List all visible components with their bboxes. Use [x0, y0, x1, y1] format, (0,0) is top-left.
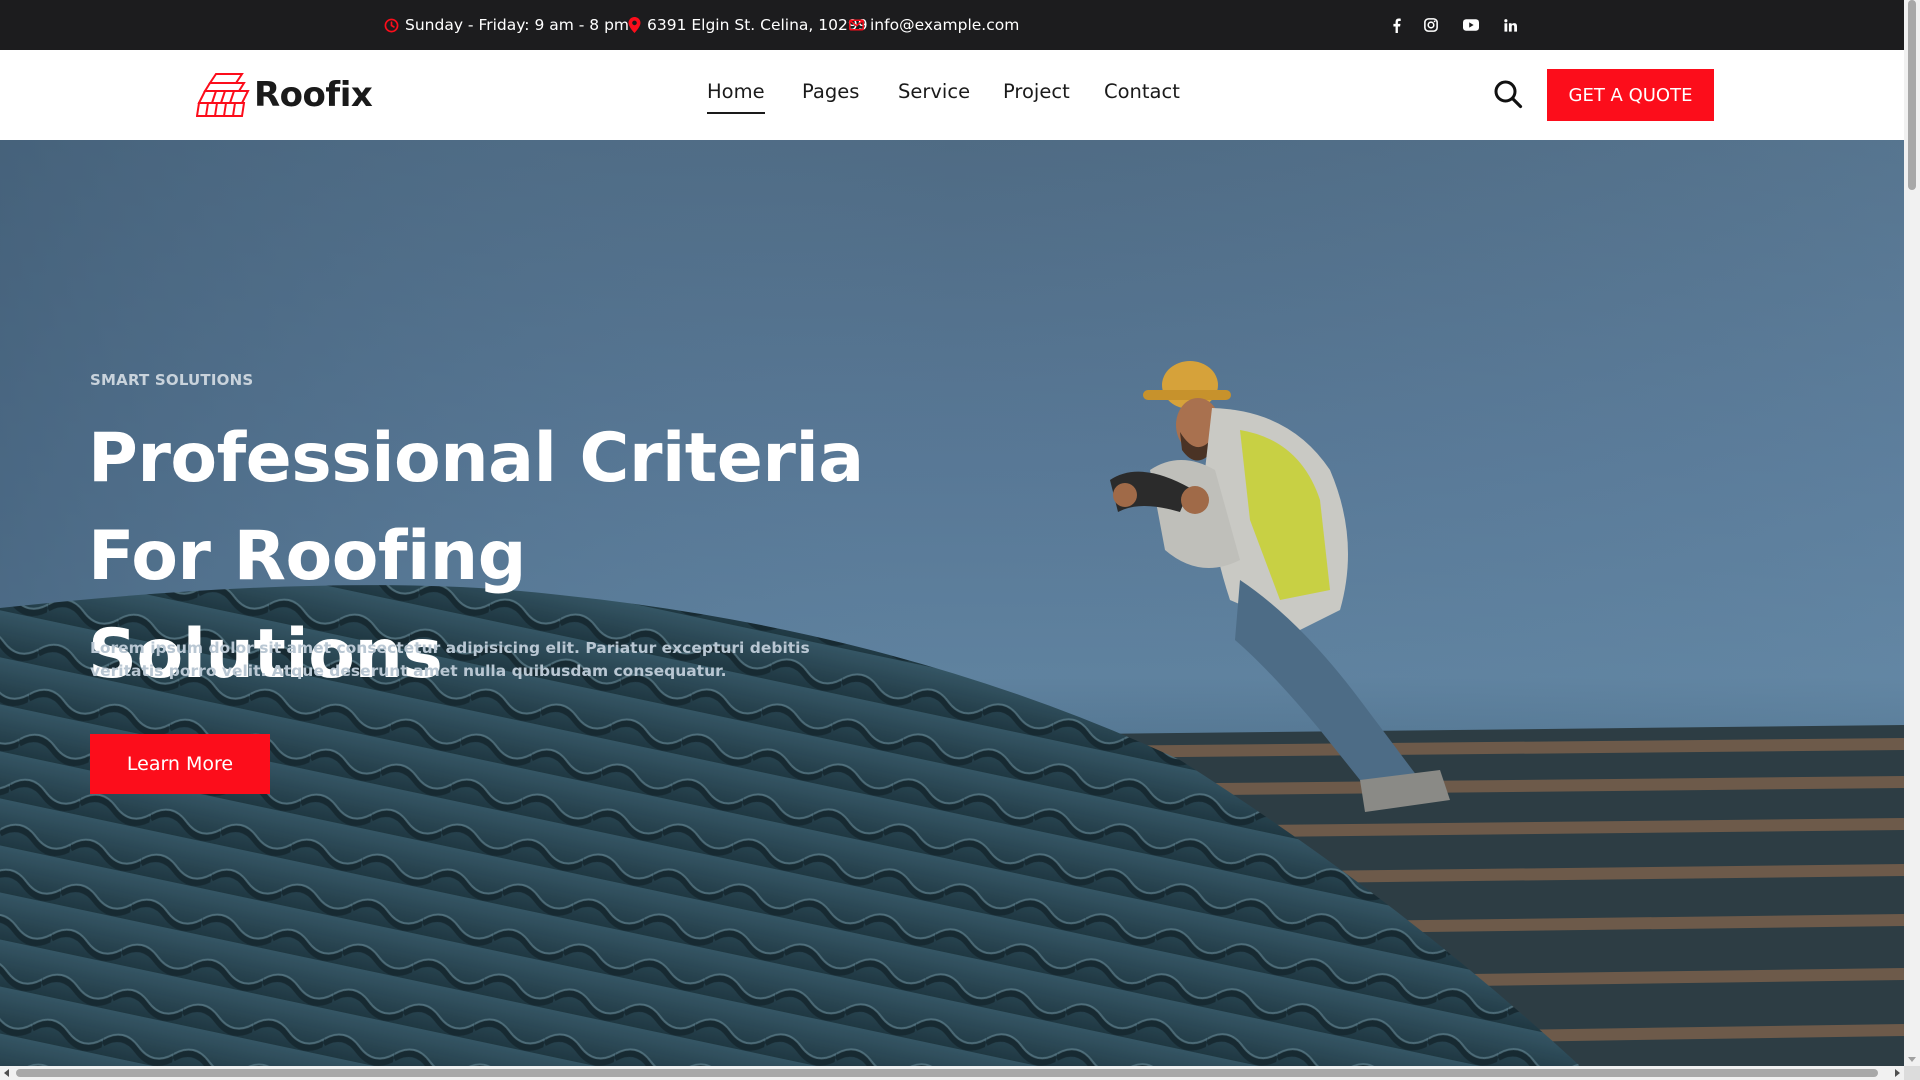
business-hours-text: Sunday - Friday: 9 am - 8 pm — [405, 16, 630, 34]
main-header: Roofix Home Pages Service Project Contac… — [0, 50, 1904, 140]
hero-title-line-1: Professional Criteria — [88, 419, 864, 498]
nav-project[interactable]: Project — [1003, 80, 1070, 103]
scroll-right-arrow-icon[interactable] — [1895, 1069, 1900, 1077]
nav-pages[interactable]: Pages — [802, 80, 859, 103]
vertical-scrollbar-thumb[interactable] — [1908, 0, 1916, 190]
facebook-link[interactable] — [1386, 0, 1406, 50]
logo[interactable]: Roofix — [196, 64, 373, 126]
nav-contact[interactable]: Contact — [1104, 80, 1180, 103]
horizontal-scrollbar[interactable] — [0, 1066, 1904, 1080]
business-address-text: 6391 Elgin St. Celina, 10299 — [647, 16, 868, 34]
nav-home[interactable]: Home — [707, 80, 765, 114]
get-a-quote-button[interactable]: GET A QUOTE — [1547, 69, 1714, 121]
location-pin-icon — [628, 17, 641, 33]
nav-service[interactable]: Service — [898, 80, 970, 103]
youtube-icon — [1463, 19, 1479, 31]
business-email[interactable]: info@example.com — [849, 0, 1019, 50]
linkedin-link[interactable] — [1500, 0, 1520, 50]
horizontal-scrollbar-thumb[interactable] — [16, 1069, 1878, 1077]
top-info-bar: Sunday - Friday: 9 am - 8 pm 6391 Elgin … — [0, 0, 1904, 50]
linkedin-icon — [1503, 18, 1517, 32]
envelope-icon — [849, 19, 864, 31]
clock-icon — [384, 18, 399, 32]
search-icon — [1494, 80, 1523, 109]
scroll-down-arrow-icon[interactable] — [1908, 1057, 1916, 1062]
learn-more-button[interactable]: Learn More — [90, 734, 270, 794]
business-email-text[interactable]: info@example.com — [870, 16, 1019, 34]
vertical-scrollbar[interactable] — [1904, 0, 1920, 1066]
scroll-left-arrow-icon[interactable] — [4, 1069, 9, 1077]
hero-section: SMART SOLUTIONS Professional Criteria Fo… — [0, 140, 1904, 1066]
instagram-icon — [1424, 18, 1438, 32]
scrollbar-corner — [1904, 1066, 1920, 1080]
instagram-link[interactable] — [1420, 0, 1442, 50]
business-hours: Sunday - Friday: 9 am - 8 pm — [384, 0, 629, 50]
youtube-link[interactable] — [1458, 0, 1484, 50]
facebook-icon — [1392, 17, 1401, 33]
roof-logo-icon — [196, 73, 250, 117]
hero-eyebrow: SMART SOLUTIONS — [90, 371, 254, 389]
search-button[interactable] — [1490, 76, 1526, 112]
business-address: 6391 Elgin St. Celina, 10299 — [628, 0, 868, 50]
hero-description: Lorem ipsum dolor sit amet consectetur a… — [90, 639, 810, 680]
logo-text: Roofix — [254, 75, 373, 115]
